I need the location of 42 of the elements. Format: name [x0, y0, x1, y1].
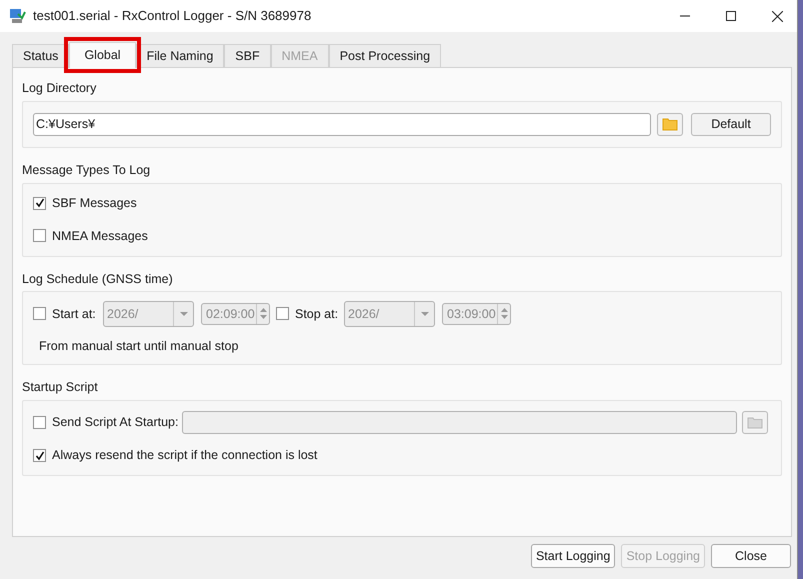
folder-icon — [662, 118, 678, 131]
tab[interactable]: Post Processing — [328, 44, 442, 67]
up-arrow-icon[interactable] — [500, 308, 508, 312]
close-icon[interactable] — [772, 10, 783, 22]
down-arrow-icon[interactable] — [260, 315, 266, 320]
checkbox-label: NMEA Messages — [52, 228, 148, 245]
checkbox-label: Start at: — [52, 306, 97, 322]
caret-icon — [420, 312, 428, 316]
checkbox[interactable] — [33, 229, 46, 242]
section-heading: Log Directory — [22, 80, 98, 97]
action-button[interactable]: Close — [711, 544, 791, 568]
checkbox-label: Send Script At Startup: — [52, 414, 180, 432]
script-path-field[interactable] — [182, 411, 737, 434]
action-button[interactable]: Start Logging — [530, 544, 616, 568]
section-heading: Log Schedule (GNSS time) — [22, 270, 174, 288]
checkbox-label: SBF Messages — [52, 194, 137, 212]
folder-button[interactable] — [657, 112, 683, 136]
tab[interactable]: SBF — [224, 44, 271, 67]
up-arrow-icon[interactable] — [260, 308, 266, 312]
window-title: test001.serial - RxControl Logger - S/N 3689978 — [33, 7, 312, 26]
checkbox[interactable] — [33, 416, 46, 430]
section-heading: Message Types To Log — [22, 162, 152, 179]
checkbox[interactable] — [276, 307, 289, 320]
schedule-summary: From manual start until manual stop — [38, 338, 240, 355]
app-icon — [9, 8, 26, 24]
down-arrow-icon[interactable] — [500, 315, 508, 320]
folder-icon — [747, 416, 763, 430]
path-field[interactable]: C:¥Users¥ — [33, 112, 651, 136]
checkbox[interactable] — [33, 196, 46, 210]
checkbox-label: Always resend the script if the connection is lost — [52, 447, 318, 464]
default-button[interactable]: Default — [691, 112, 771, 136]
checkmark-icon — [34, 198, 44, 208]
checkbox[interactable] — [33, 307, 46, 320]
checkmark-icon — [34, 450, 44, 460]
maximize-icon[interactable] — [726, 11, 736, 21]
tab[interactable]: Status — [12, 44, 70, 67]
checkbox-label: Stop at: — [295, 306, 340, 323]
checkbox[interactable] — [33, 449, 46, 462]
caret-icon — [180, 312, 188, 316]
section-heading: Startup Script — [22, 379, 99, 396]
tab[interactable]: File Naming — [136, 44, 224, 67]
folder-button[interactable] — [742, 411, 768, 434]
